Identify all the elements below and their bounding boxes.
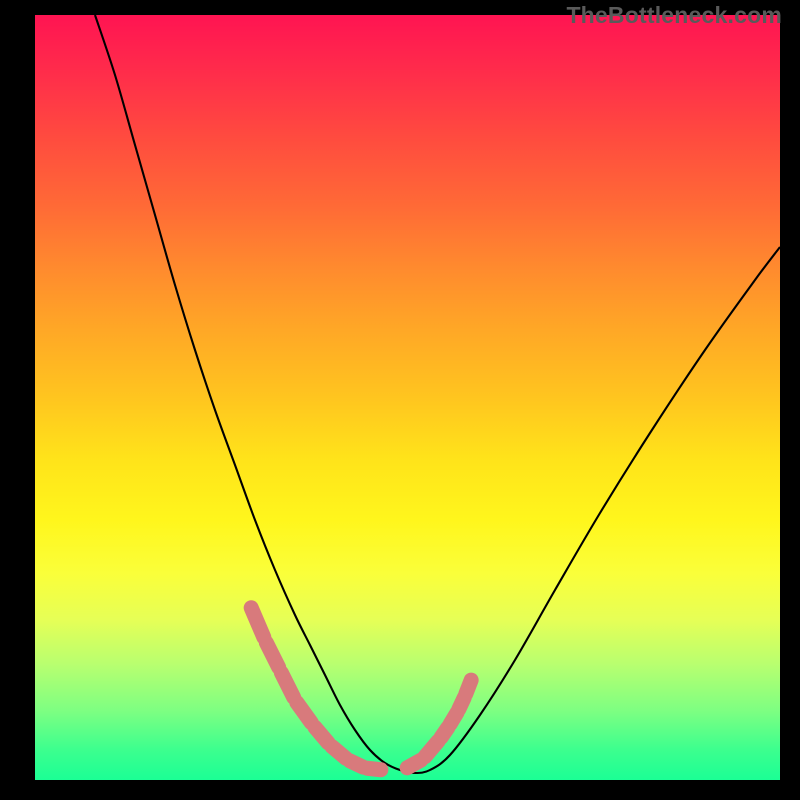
watermark-text: TheBottleneck.com <box>566 2 782 29</box>
highlight-dash <box>367 768 381 770</box>
highlight-dash <box>332 747 346 758</box>
highlight-dash <box>251 608 264 637</box>
highlight-dash <box>315 727 328 742</box>
curve-svg <box>35 15 780 780</box>
highlight-dash <box>297 702 311 722</box>
highlight-dash <box>425 741 438 756</box>
highlight-dash <box>266 643 278 668</box>
plot-area <box>35 15 780 780</box>
highlight-right-leg <box>407 680 471 768</box>
highlight-left-leg <box>251 608 381 770</box>
stage: TheBottleneck.com <box>0 0 800 800</box>
bottleneck-curve <box>95 15 780 773</box>
highlight-dash <box>281 673 293 698</box>
highlight-dash <box>466 680 471 694</box>
highlight-dash <box>407 760 421 768</box>
